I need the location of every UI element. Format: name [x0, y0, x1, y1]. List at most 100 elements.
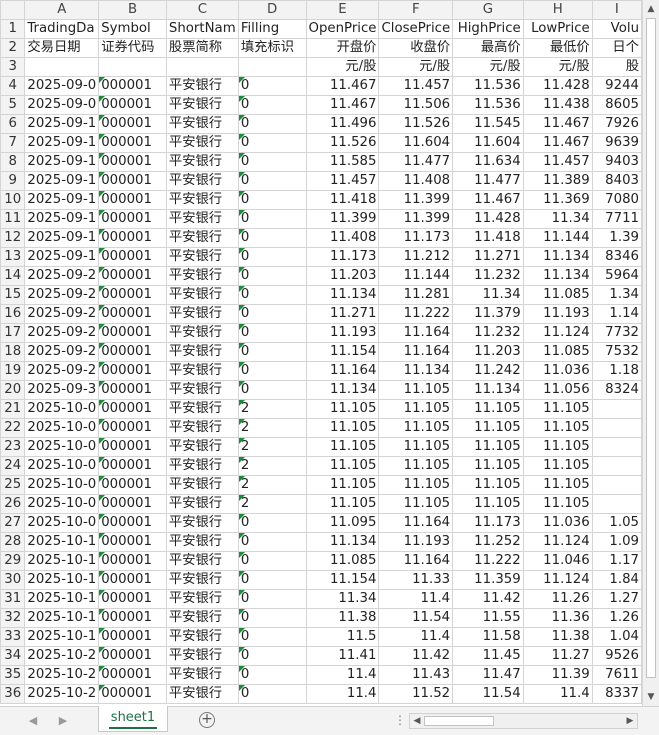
table-cell[interactable]: 平安银行 — [165, 646, 239, 666]
row-header[interactable]: 24 — [0, 456, 26, 476]
table-cell[interactable]: 2 — [237, 418, 307, 438]
table-cell[interactable]: 11.105 — [522, 399, 593, 419]
table-cell[interactable]: 股票简称 — [165, 38, 239, 58]
column-header[interactable]: G — [452, 0, 524, 20]
row-header[interactable]: 21 — [0, 399, 26, 419]
table-cell[interactable]: 0 — [237, 589, 307, 609]
table-cell[interactable]: 11.438 — [522, 95, 593, 115]
table-cell[interactable]: 0 — [237, 285, 307, 305]
table-cell[interactable]: 11.281 — [378, 285, 454, 305]
table-cell[interactable]: 000001 — [98, 437, 167, 457]
table-cell[interactable]: 000001 — [98, 418, 167, 438]
table-cell[interactable]: 11.252 — [452, 532, 524, 552]
row-header[interactable]: 9 — [0, 171, 26, 191]
horizontal-scroll-thumb[interactable] — [424, 716, 494, 726]
table-cell[interactable]: 11.105 — [452, 456, 524, 476]
table-cell[interactable]: 0 — [237, 684, 307, 704]
table-cell[interactable]: 11.467 — [522, 114, 593, 134]
table-cell[interactable]: 2025-10-1 — [24, 589, 100, 609]
table-cell[interactable]: 11.232 — [452, 323, 524, 343]
table-cell[interactable]: 2025-09-2 — [24, 304, 100, 324]
table-cell[interactable]: 11.379 — [452, 304, 524, 324]
table-cell[interactable]: 5964 — [591, 266, 642, 286]
row-header[interactable]: 15 — [0, 285, 26, 305]
table-cell[interactable]: 2025-10-0 — [24, 399, 100, 419]
table-cell[interactable]: 11.164 — [378, 323, 454, 343]
table-cell[interactable]: 11.477 — [452, 171, 524, 191]
row-header[interactable]: 10 — [0, 190, 26, 210]
table-cell[interactable]: 11.085 — [522, 285, 593, 305]
table-cell[interactable]: 平安银行 — [165, 323, 239, 343]
table-cell[interactable]: 11.4 — [378, 627, 454, 647]
table-cell[interactable]: 平安银行 — [165, 684, 239, 704]
sheet-nav-next-icon[interactable]: ▶ — [56, 714, 70, 727]
table-cell[interactable]: 2025-09-0 — [24, 95, 100, 115]
table-cell[interactable]: 平安银行 — [165, 589, 239, 609]
table-cell[interactable]: 元/股 — [305, 57, 380, 77]
table-cell[interactable]: 平安银行 — [165, 608, 239, 628]
table-cell[interactable]: 2 — [237, 456, 307, 476]
row-header[interactable]: 26 — [0, 494, 26, 514]
table-cell[interactable]: 7711 — [591, 209, 642, 229]
table-cell[interactable]: 2025-10-0 — [24, 494, 100, 514]
table-cell[interactable]: 11.477 — [378, 152, 454, 172]
table-cell[interactable]: 11.164 — [378, 513, 454, 533]
table-cell[interactable]: ClosePrice — [378, 19, 454, 39]
table-cell[interactable]: 11.34 — [522, 209, 593, 229]
table-cell[interactable]: 000001 — [98, 646, 167, 666]
table-cell[interactable]: 2025-09-1 — [24, 171, 100, 191]
table-cell[interactable]: 2025-09-3 — [24, 380, 100, 400]
scroll-right-icon[interactable]: ▶ — [624, 714, 636, 728]
table-cell[interactable]: 11.467 — [305, 76, 380, 96]
table-cell[interactable]: 11.242 — [452, 361, 524, 381]
table-cell[interactable]: 11.173 — [378, 228, 454, 248]
table-cell[interactable]: 0 — [237, 627, 307, 647]
table-cell[interactable]: 2025-10-1 — [24, 551, 100, 571]
table-cell[interactable]: 11.222 — [452, 551, 524, 571]
table-cell[interactable]: 000001 — [98, 285, 167, 305]
table-cell[interactable]: 1.14 — [591, 304, 642, 324]
row-header[interactable]: 30 — [0, 570, 26, 590]
table-cell[interactable]: 11.193 — [378, 532, 454, 552]
table-cell[interactable]: 11.134 — [305, 380, 380, 400]
table-cell[interactable]: 11.056 — [522, 380, 593, 400]
table-cell[interactable]: 0 — [237, 551, 307, 571]
sheet-tab[interactable]: sheet1 — [98, 706, 168, 732]
table-cell[interactable]: 平安银行 — [165, 114, 239, 134]
table-cell[interactable]: 11.526 — [305, 133, 380, 153]
table-cell[interactable]: 1.18 — [591, 361, 642, 381]
table-cell[interactable]: 8324 — [591, 380, 642, 400]
table-cell[interactable]: 11.105 — [305, 456, 380, 476]
table-cell[interactable]: 11.457 — [522, 152, 593, 172]
table-cell[interactable]: 11.134 — [305, 285, 380, 305]
table-cell[interactable]: 2025-10-2 — [24, 684, 100, 704]
table-cell[interactable]: 11.134 — [522, 247, 593, 267]
table-cell[interactable]: 11.095 — [305, 513, 380, 533]
table-cell[interactable]: 11.41 — [305, 646, 380, 666]
table-cell[interactable]: 2 — [237, 475, 307, 495]
table-cell[interactable]: 2025-10-0 — [24, 437, 100, 457]
table-cell[interactable]: 7926 — [591, 114, 642, 134]
table-cell[interactable]: 11.134 — [522, 266, 593, 286]
table-cell[interactable]: 11.154 — [305, 342, 380, 362]
table-cell[interactable]: 000001 — [98, 304, 167, 324]
table-cell[interactable]: 11.545 — [452, 114, 524, 134]
vertical-scrollbar[interactable]: ▲ ▼ — [642, 0, 659, 706]
table-cell[interactable]: 11.164 — [305, 361, 380, 381]
table-cell[interactable]: 2025-10-0 — [24, 418, 100, 438]
row-header[interactable]: 19 — [0, 361, 26, 381]
table-cell[interactable]: 平安银行 — [165, 304, 239, 324]
table-cell[interactable] — [24, 57, 100, 77]
table-cell[interactable]: 11.124 — [522, 570, 593, 590]
table-cell[interactable]: 2025-10-1 — [24, 627, 100, 647]
table-cell[interactable]: 平安银行 — [165, 513, 239, 533]
table-cell[interactable]: 11.036 — [522, 361, 593, 381]
table-cell[interactable]: 平安银行 — [165, 437, 239, 457]
table-cell[interactable]: 11.55 — [452, 608, 524, 628]
table-cell[interactable]: 11.105 — [378, 494, 454, 514]
column-header[interactable]: H — [522, 0, 593, 20]
table-cell[interactable]: 11.105 — [378, 456, 454, 476]
table-cell[interactable]: 11.046 — [522, 551, 593, 571]
table-cell[interactable]: 0 — [237, 646, 307, 666]
table-cell[interactable] — [591, 456, 642, 476]
